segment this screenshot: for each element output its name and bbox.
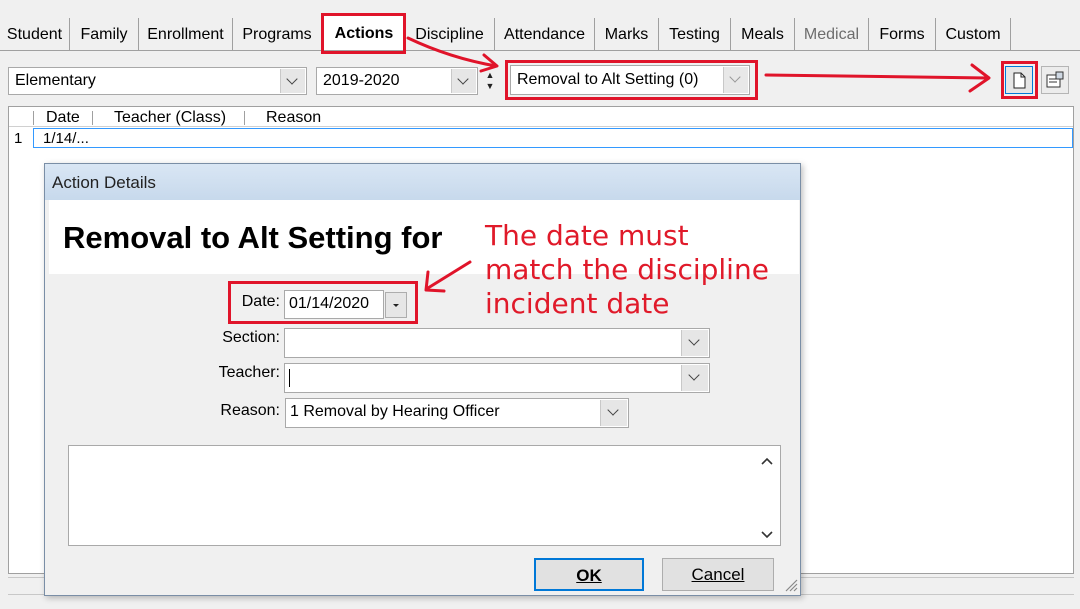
chevron-down-icon	[280, 69, 305, 93]
reason-select[interactable]: 1 Removal by Hearing Officer	[285, 398, 629, 428]
properties-icon	[1041, 66, 1069, 94]
tab-custom[interactable]: Custom	[936, 18, 1011, 51]
row-number: 1	[14, 130, 23, 147]
tab-programs[interactable]: Programs	[233, 18, 322, 51]
resize-grip-icon[interactable]	[782, 576, 798, 592]
chevron-down-icon	[681, 365, 708, 391]
school-select-value: Elementary	[15, 72, 96, 89]
tab-strip: Student Family Enrollment Programs Actio…	[0, 14, 1080, 52]
annotation-box-actions-tab	[321, 13, 406, 54]
annotation-box-action-type	[505, 60, 758, 100]
annotation-box-date	[228, 281, 418, 324]
section-select[interactable]	[284, 328, 710, 358]
tab-testing[interactable]: Testing	[659, 18, 731, 51]
arrowhead-icon	[968, 63, 991, 93]
row-date: 1/14/...	[43, 130, 89, 147]
tab-medical: Medical	[795, 18, 869, 51]
dialog-title[interactable]: Action Details	[45, 164, 800, 200]
notes-textarea[interactable]	[68, 445, 781, 546]
tab-discipline[interactable]: Discipline	[405, 18, 495, 51]
school-select[interactable]: Elementary	[8, 67, 307, 95]
arrow-to-new-button	[764, 73, 990, 80]
annotation-note: The date must match the discipline incid…	[485, 219, 769, 321]
reason-label: Reason:	[220, 402, 280, 419]
tab-student[interactable]: Student	[0, 18, 70, 51]
teacher-select[interactable]	[284, 363, 710, 393]
year-spinner[interactable]: ▲ ▼	[484, 70, 496, 92]
tab-marks[interactable]: Marks	[595, 18, 659, 51]
dialog-heading: Removal to Alt Setting for	[63, 220, 443, 255]
ok-button[interactable]: OK	[534, 558, 644, 591]
cancel-button[interactable]: Cancel	[662, 558, 774, 591]
text-cursor	[289, 369, 290, 387]
tab-divider	[0, 50, 1080, 51]
annotation-line: The date must	[485, 219, 689, 252]
annotation-line: match the discipline	[485, 253, 769, 286]
chevron-down-icon	[681, 330, 708, 356]
tab-forms[interactable]: Forms	[869, 18, 936, 51]
teacher-label: Teacher:	[218, 364, 280, 381]
tab-meals[interactable]: Meals	[731, 18, 795, 51]
section-label: Section:	[222, 329, 280, 346]
chevron-down-icon	[600, 400, 627, 426]
scroll-up-icon[interactable]	[761, 457, 773, 465]
table-row[interactable]: 1/14/...	[33, 128, 1073, 148]
year-select-value: 2019-2020	[323, 72, 400, 89]
annotation-box-new-button	[1001, 61, 1038, 99]
annotation-line: incident date	[485, 287, 670, 320]
chevron-down-icon	[451, 69, 476, 93]
year-select[interactable]: 2019-2020	[316, 67, 478, 95]
scrollbar[interactable]	[760, 454, 774, 544]
reason-value: 1 Removal by Hearing Officer	[290, 403, 500, 420]
tab-enrollment[interactable]: Enrollment	[139, 18, 233, 51]
scroll-down-icon[interactable]	[761, 531, 773, 539]
tab-attendance[interactable]: Attendance	[495, 18, 595, 51]
tab-family[interactable]: Family	[70, 18, 139, 51]
arrowhead-icon	[479, 53, 499, 73]
properties-button[interactable]	[1041, 66, 1069, 94]
